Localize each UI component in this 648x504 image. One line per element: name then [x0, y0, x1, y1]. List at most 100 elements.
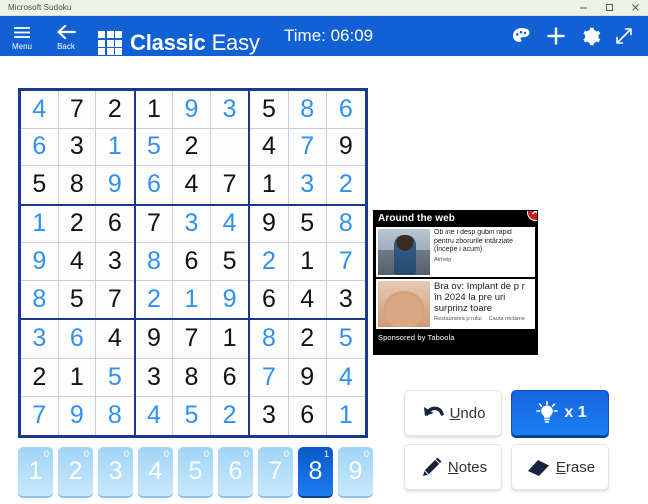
- sudoku-cell[interactable]: 2: [250, 243, 289, 281]
- number-key-9[interactable]: 90: [338, 447, 373, 496]
- sudoku-cell[interactable]: 5: [173, 396, 211, 435]
- sudoku-cell[interactable]: 9: [58, 396, 97, 435]
- sudoku-cell[interactable]: 2: [96, 91, 134, 129]
- undo-button[interactable]: Undo: [404, 390, 502, 436]
- sudoku-cell[interactable]: 1: [96, 128, 134, 167]
- number-key-7[interactable]: 70: [258, 447, 293, 496]
- number-key-2[interactable]: 20: [58, 447, 93, 496]
- sudoku-cell[interactable]: 1: [135, 91, 174, 129]
- number-key-3[interactable]: 30: [98, 447, 133, 496]
- sudoku-cell[interactable]: 1: [173, 280, 211, 319]
- close-icon[interactable]: [622, 0, 648, 16]
- back-button[interactable]: Back: [44, 16, 88, 56]
- number-pad[interactable]: 102030405060708190: [18, 447, 373, 496]
- sudoku-cell[interactable]: 8: [21, 280, 59, 319]
- sudoku-cell[interactable]: 4: [58, 243, 97, 281]
- sudoku-cell[interactable]: 4: [250, 128, 289, 167]
- sudoku-cell[interactable]: 2: [21, 358, 59, 397]
- sudoku-cell[interactable]: 8: [288, 91, 327, 129]
- sudoku-cell[interactable]: 1: [288, 243, 327, 281]
- sudoku-cell[interactable]: 9: [21, 243, 59, 281]
- sudoku-cell[interactable]: 7: [210, 166, 249, 204]
- sudoku-cell[interactable]: 7: [135, 205, 174, 244]
- sudoku-cell[interactable]: 8: [173, 358, 211, 397]
- sudoku-cell[interactable]: 1: [326, 396, 365, 435]
- sudoku-cell[interactable]: 6: [250, 280, 289, 319]
- sudoku-cell[interactable]: 7: [250, 358, 289, 397]
- sudoku-cell[interactable]: 6: [173, 243, 211, 281]
- ad-sublinks[interactable]: Restaurarea p rului Cauta reclame: [434, 316, 533, 322]
- sudoku-cell[interactable]: 2: [288, 320, 327, 359]
- notes-button[interactable]: Notes: [404, 444, 502, 490]
- sudoku-cell[interactable]: 4: [210, 205, 249, 244]
- number-key-5[interactable]: 50: [178, 447, 213, 496]
- sudoku-cell[interactable]: 6: [135, 166, 174, 204]
- menu-button[interactable]: Menu: [0, 16, 44, 56]
- sudoku-cell[interactable]: 4: [96, 320, 134, 359]
- sudoku-cell[interactable]: 9: [288, 358, 327, 397]
- sudoku-cell[interactable]: 1: [210, 320, 249, 359]
- erase-button[interactable]: Erase: [511, 444, 609, 490]
- sudoku-cell[interactable]: 4: [288, 280, 327, 319]
- sudoku-cell[interactable]: 7: [58, 91, 97, 129]
- sudoku-cell[interactable]: 8: [58, 166, 97, 204]
- sudoku-cell[interactable]: 4: [135, 396, 174, 435]
- hint-button[interactable]: x 1: [511, 390, 609, 436]
- sudoku-cell[interactable]: 8: [96, 396, 134, 435]
- sudoku-cell[interactable]: 6: [210, 358, 249, 397]
- sudoku-cell[interactable]: 7: [288, 128, 327, 167]
- sudoku-cell[interactable]: 2: [326, 166, 365, 204]
- number-key-4[interactable]: 40: [138, 447, 173, 496]
- sudoku-cell[interactable]: 4: [326, 358, 365, 397]
- sudoku-cell[interactable]: 9: [96, 166, 134, 204]
- sudoku-cell[interactable]: 5: [135, 128, 174, 167]
- sudoku-cell[interactable]: 5: [58, 280, 97, 319]
- sudoku-cell[interactable]: 7: [173, 320, 211, 359]
- sudoku-cell[interactable]: 6: [326, 91, 365, 129]
- sudoku-cell[interactable]: 4: [21, 91, 59, 129]
- ad-sublink[interactable]: Cauta reclame: [489, 316, 525, 322]
- sudoku-cell[interactable]: 3: [173, 205, 211, 244]
- sudoku-cell[interactable]: 3: [326, 280, 365, 319]
- sudoku-cell[interactable]: [210, 128, 249, 167]
- sudoku-cell[interactable]: 2: [135, 280, 174, 319]
- expand-icon[interactable]: [608, 16, 640, 56]
- sudoku-cell[interactable]: 9: [135, 320, 174, 359]
- minimize-icon[interactable]: [570, 0, 596, 16]
- sudoku-cell[interactable]: 7: [326, 243, 365, 281]
- sudoku-cell[interactable]: 1: [250, 166, 289, 204]
- sudoku-cell[interactable]: 6: [21, 128, 59, 167]
- plus-icon[interactable]: [540, 16, 572, 56]
- gear-icon[interactable]: [574, 16, 606, 56]
- sudoku-cell[interactable]: 7: [21, 396, 59, 435]
- sudoku-cell[interactable]: 9: [210, 280, 249, 319]
- sudoku-cell[interactable]: 4: [173, 166, 211, 204]
- sudoku-cell[interactable]: 3: [135, 358, 174, 397]
- sudoku-cell[interactable]: 1: [21, 205, 59, 244]
- sudoku-cell[interactable]: 5: [96, 358, 134, 397]
- sudoku-cell[interactable]: 3: [96, 243, 134, 281]
- sudoku-cell[interactable]: 3: [58, 128, 97, 167]
- sudoku-cell[interactable]: 8: [250, 320, 289, 359]
- sudoku-cell[interactable]: 6: [96, 205, 134, 244]
- sudoku-cell[interactable]: 6: [288, 396, 327, 435]
- number-key-8[interactable]: 81: [298, 447, 333, 496]
- sudoku-cell[interactable]: 9: [173, 91, 211, 129]
- sudoku-cell[interactable]: 1: [58, 358, 97, 397]
- sudoku-cell[interactable]: 5: [326, 320, 365, 359]
- maximize-icon[interactable]: [596, 0, 622, 16]
- sudoku-cell[interactable]: 2: [58, 205, 97, 244]
- sudoku-cell[interactable]: 3: [250, 396, 289, 435]
- sudoku-cell[interactable]: 2: [173, 128, 211, 167]
- number-key-6[interactable]: 60: [218, 447, 253, 496]
- sudoku-cell[interactable]: 3: [288, 166, 327, 204]
- sudoku-cell[interactable]: 6: [58, 320, 97, 359]
- sudoku-cell[interactable]: 9: [326, 128, 365, 167]
- sudoku-cell[interactable]: 5: [210, 243, 249, 281]
- sudoku-cell[interactable]: 3: [21, 320, 59, 359]
- sudoku-cell[interactable]: 5: [250, 91, 289, 129]
- sudoku-cell[interactable]: 5: [288, 205, 327, 244]
- sudoku-cell[interactable]: 9: [250, 205, 289, 244]
- sudoku-cell[interactable]: 8: [326, 205, 365, 244]
- sudoku-cell[interactable]: 8: [135, 243, 174, 281]
